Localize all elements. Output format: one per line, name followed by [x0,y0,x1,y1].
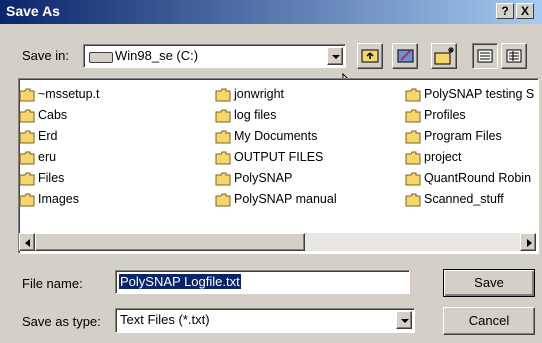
folder-icon [405,193,421,207]
save-as-dialog: Save As ? X Save in: Win98_se (C:) ~msse… [0,0,542,343]
folder-icon [19,130,35,144]
list-item[interactable]: PolySNAP testing S [405,85,534,103]
list-item[interactable]: jonwright [215,85,284,103]
save-button[interactable]: Save [443,269,535,297]
list-item[interactable]: ~mssetup.t [19,85,100,103]
save-as-type-dropdown[interactable]: Text Files (*.txt) [115,308,415,333]
folder-icon [19,151,35,165]
save-as-type-label: Save as type: [22,314,101,329]
close-button[interactable]: X [516,3,534,19]
folder-icon [19,88,35,102]
horizontal-scrollbar[interactable] [19,233,536,251]
folder-icon [19,193,35,207]
scroll-right-button[interactable] [520,233,536,251]
list-item[interactable]: QuantRound Robin [405,169,531,187]
drive-icon [89,52,113,63]
save-as-type-value: Text Files (*.txt) [120,312,210,327]
list-item-label: My Documents [234,129,318,143]
list-item-label: OUTPUT FILES [234,150,324,164]
list-item-label: Files [38,171,65,185]
up-one-level-button[interactable] [357,43,383,69]
scroll-thumb[interactable] [35,233,305,251]
chevron-right-icon [527,239,532,247]
chevron-down-icon [401,319,409,323]
list-item[interactable]: Files [19,169,64,187]
folder-icon [215,193,231,207]
new-folder-button[interactable] [431,43,457,69]
special-folder-icon [215,130,231,144]
save-in-label: Save in: [22,48,69,63]
folder-icon [19,109,35,123]
cancel-button[interactable]: Cancel [443,307,535,335]
desktop-icon [397,49,414,63]
folder-icon [405,88,421,102]
list-item[interactable]: Scanned_stuff [405,190,504,208]
window-title: Save As [6,3,60,19]
list-item-label: Profiles [424,108,466,122]
list-item[interactable]: OUTPUT FILES [215,148,323,166]
list-item[interactable]: eru [19,148,56,166]
list-item-label: jonwright [234,87,285,101]
list-item[interactable]: Profiles [405,106,466,124]
list-item[interactable]: Cabs [19,106,67,124]
list-item-label: Program Files [424,129,502,143]
file-name-value: PolySNAP Logfile.txt [119,274,241,289]
list-item[interactable]: Erd [19,127,57,145]
list-item-label: Images [38,192,79,206]
list-item-label: QuantRound Robin [424,171,532,185]
list-item[interactable]: log files [215,106,276,124]
chevron-left-icon [25,239,30,247]
folder-icon [215,88,231,102]
list-view-button[interactable] [472,43,498,69]
folder-icon [405,130,421,144]
list-item-label: eru [38,150,57,164]
up-folder-icon [361,49,379,63]
list-item-label: ~mssetup.t [38,87,100,101]
folder-icon [19,172,35,186]
save-in-dropdown[interactable]: Win98_se (C:) [83,44,346,68]
desktop-button[interactable] [392,43,418,69]
folder-icon [215,109,231,123]
file-list[interactable]: ~mssetup.t Cabs Erd eru Files Images jonwrigh… [18,78,539,254]
list-item-label: Erd [38,129,58,143]
file-name-label: File name: [22,276,83,291]
folder-icon [405,151,421,165]
list-item[interactable]: Images [19,190,79,208]
details-view-icon [506,49,522,63]
save-as-type-dropdown-button[interactable] [396,311,412,329]
folder-icon [215,172,231,186]
help-button[interactable]: ? [496,3,514,19]
file-name-input[interactable]: PolySNAP Logfile.txt [115,270,410,294]
list-item[interactable]: My Documents [215,127,317,145]
folder-icon [215,151,231,165]
save-in-dropdown-button[interactable] [327,47,343,65]
save-in-value: Win98_se (C:) [115,48,199,63]
folder-icon [405,109,421,123]
list-item[interactable]: Program Files [405,127,502,145]
title-bar[interactable]: Save As ? X [0,0,542,24]
new-folder-icon [434,47,454,65]
scroll-left-button[interactable] [19,233,35,251]
details-view-button[interactable] [501,43,527,69]
chevron-down-icon [332,55,340,59]
list-item[interactable]: PolySNAP manual [215,190,337,208]
list-item[interactable]: PolySNAP [215,169,292,187]
list-item-label: project [424,150,462,164]
list-item-label: Scanned_stuff [424,192,504,206]
list-item-label: PolySNAP manual [234,192,337,206]
list-item-label: Cabs [38,108,68,122]
list-view-icon [477,49,493,63]
list-item-label: PolySNAP [234,171,293,185]
list-item[interactable]: project [405,148,462,166]
list-item-label: PolySNAP testing S [424,87,535,101]
folder-icon [405,172,421,186]
list-item-label: log files [234,108,277,122]
